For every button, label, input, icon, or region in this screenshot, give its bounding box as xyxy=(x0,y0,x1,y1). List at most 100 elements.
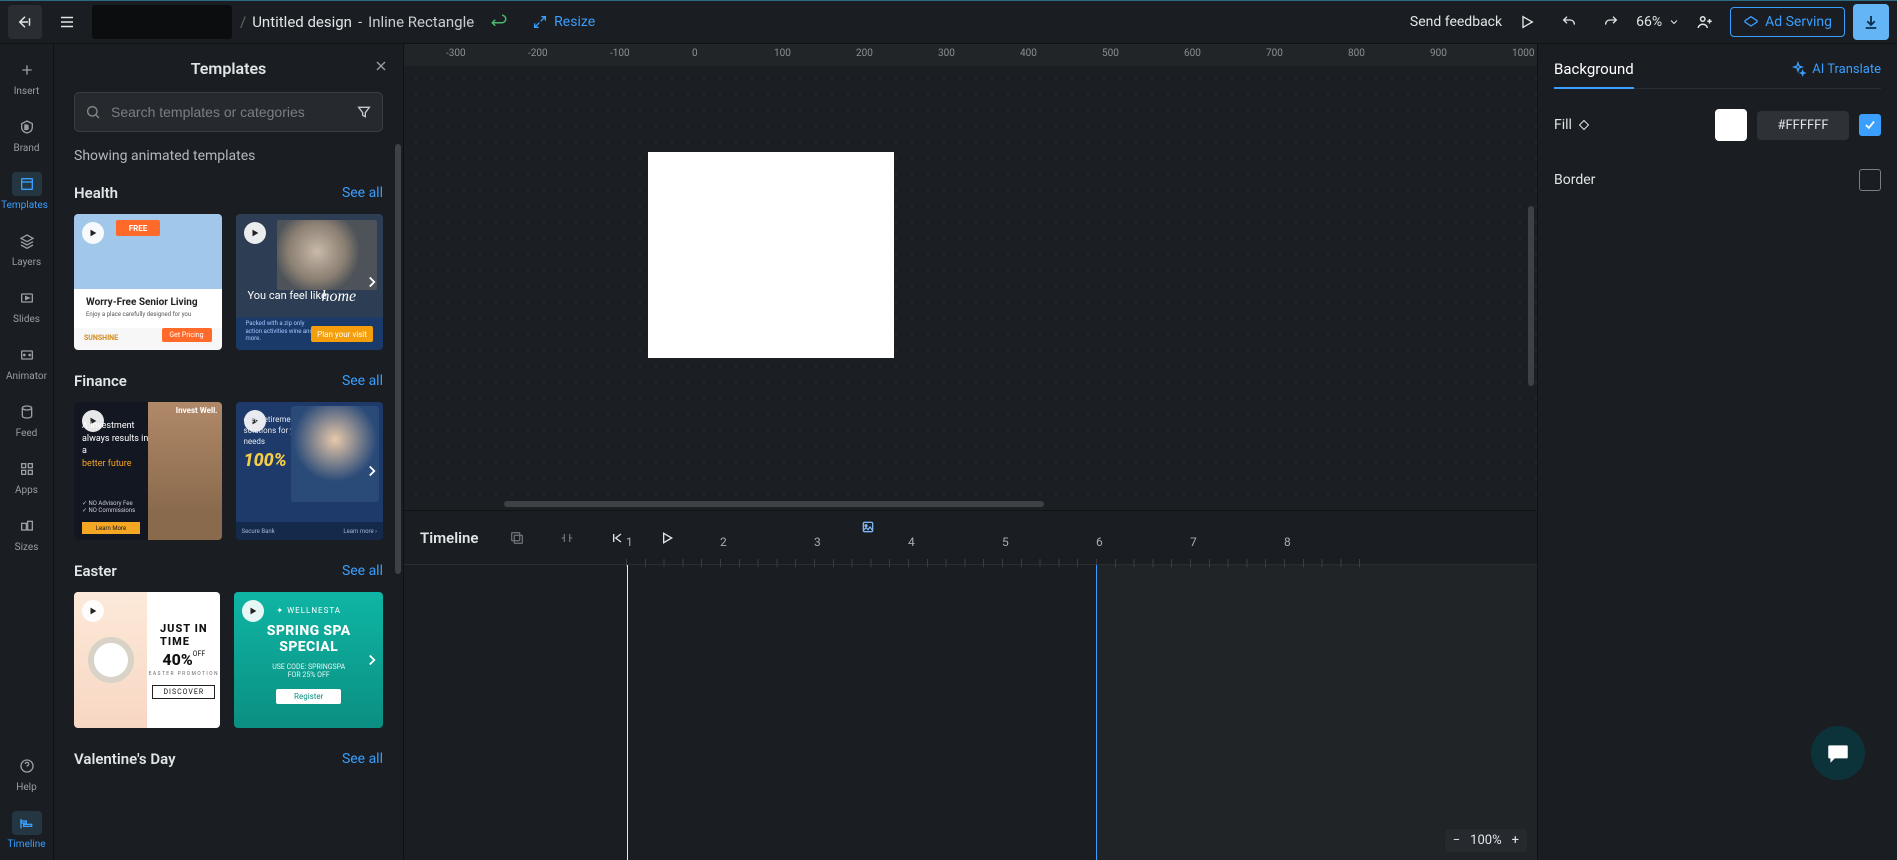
fill-hex-input[interactable]: #FFFFFF xyxy=(1757,111,1849,140)
back-button[interactable] xyxy=(8,5,42,39)
rail-help[interactable]: Help xyxy=(0,748,54,803)
category-finance: Finance See all A investment always resu… xyxy=(74,372,383,540)
rail-feed[interactable]: Feed xyxy=(0,394,54,449)
timeline-tick: 6 xyxy=(1096,535,1190,561)
ruler-tick: 100 xyxy=(774,48,791,59)
search-wrap xyxy=(74,92,383,132)
cat-valentines-seeall[interactable]: See all xyxy=(342,751,383,767)
fill-row: Fill #FFFFFF xyxy=(1554,109,1881,141)
timeline-zoom-in[interactable]: + xyxy=(1512,833,1519,848)
cat-finance-seeall[interactable]: See all xyxy=(342,373,383,389)
card-cta: Get Pricing xyxy=(162,328,212,342)
redo-button[interactable] xyxy=(1594,5,1628,39)
zoom-dropdown[interactable]: 66% xyxy=(1636,14,1680,30)
rail-help-label: Help xyxy=(16,782,36,793)
sync-icon[interactable] xyxy=(482,5,516,39)
artboard[interactable] xyxy=(648,152,894,358)
card-text: You can feel like xyxy=(248,289,327,302)
timeline-keyframe-icon[interactable] xyxy=(860,519,876,535)
resize-button[interactable]: Resize xyxy=(532,14,595,30)
card-cta: Register xyxy=(276,689,341,704)
card-title: Worry-Free Senior Living xyxy=(86,297,198,308)
ai-translate-label: AI Translate xyxy=(1812,62,1881,77)
rail-slides[interactable]: Slides xyxy=(0,280,54,335)
timeline-split-button[interactable] xyxy=(550,521,584,555)
canvas[interactable] xyxy=(404,66,1537,510)
timeline-label: Timeline xyxy=(420,529,478,547)
canvas-h-scrollbar[interactable] xyxy=(504,501,1044,507)
showing-text: Showing animated templates xyxy=(74,148,383,164)
chat-fab[interactable] xyxy=(1811,726,1865,780)
send-feedback-link[interactable]: Send feedback xyxy=(1410,14,1502,30)
undo-button[interactable] xyxy=(1552,5,1586,39)
timeline-tick: 7 xyxy=(1190,535,1284,561)
rail-sizes[interactable]: Sizes xyxy=(0,508,54,563)
tab-background[interactable]: Background xyxy=(1554,60,1634,78)
border-label: Border xyxy=(1554,172,1849,188)
ruler-tick: 600 xyxy=(1184,48,1201,59)
play-icon xyxy=(82,600,104,622)
timeline-header: Timeline 12345678 xyxy=(404,511,1537,565)
border-visible-checkbox[interactable] xyxy=(1859,169,1881,191)
timeline-tick: 2 xyxy=(720,535,814,561)
breadcrumb-sep: - xyxy=(358,13,362,31)
timeline-playhead-line[interactable] xyxy=(627,565,628,860)
cat-health-name: Health xyxy=(74,184,118,202)
download-button[interactable] xyxy=(1853,4,1889,40)
timeline-body[interactable]: − 100% + xyxy=(404,565,1537,860)
template-card[interactable]: JUST IN TIME 40%OFF EASTER PROMOTION DIS… xyxy=(74,592,220,728)
ruler-tick: 900 xyxy=(1430,48,1447,59)
canvas-v-scrollbar[interactable] xyxy=(1528,206,1534,386)
ruler-tick: 1000 xyxy=(1512,48,1534,59)
timeline-zoom: − 100% + xyxy=(1445,829,1527,852)
cat-health-seeall[interactable]: See all xyxy=(342,185,383,201)
card-cta: Learn More xyxy=(82,522,140,534)
rail-timeline[interactable]: Timeline xyxy=(0,805,54,860)
share-button[interactable] xyxy=(1688,5,1722,39)
card-title: SPRING SPA xyxy=(267,623,351,639)
cat-easter-name: Easter xyxy=(74,562,117,580)
category-easter: Easter See all JUST IN TIME 40%OFF EASTE… xyxy=(74,562,383,728)
timeline-shade xyxy=(1096,565,1537,860)
breadcrumb[interactable]: / Untitled design - Inline Rectangle xyxy=(240,13,474,31)
ruler-tick: 400 xyxy=(1020,48,1037,59)
preview-play-button[interactable] xyxy=(1510,5,1544,39)
timeline-tick: 5 xyxy=(1002,535,1096,561)
design-subtitle: Inline Rectangle xyxy=(368,13,474,31)
card-bullets: ✓ NO Advisory Fee ✓ NO Commissions xyxy=(82,500,135,514)
scroll-right-button[interactable] xyxy=(359,647,385,673)
rail-animator[interactable]: Animator xyxy=(0,337,54,392)
category-health: Health See all FREE Worry-Free Senior Li… xyxy=(74,184,383,350)
cat-easter-seeall[interactable]: See all xyxy=(342,563,383,579)
ai-translate-button[interactable]: AI Translate xyxy=(1790,61,1881,77)
rail-templates[interactable]: Templates xyxy=(0,166,54,221)
timeline-tick: 3 xyxy=(814,535,908,561)
timeline-zoom-out[interactable]: − xyxy=(1453,833,1460,848)
timeline-ruler[interactable]: 12345678 xyxy=(626,535,1537,561)
close-panel-button[interactable] xyxy=(373,58,389,74)
template-card[interactable]: FREE Worry-Free Senior Living Enjoy a pl… xyxy=(74,214,222,350)
template-card[interactable]: A investment always results in abetter f… xyxy=(74,402,222,540)
menu-button[interactable] xyxy=(50,5,84,39)
scroll-right-button[interactable] xyxy=(359,269,385,295)
card-sub: USE CODE: SPRINGSPA FOR 25% OFF xyxy=(272,663,345,679)
cat-finance-name: Finance xyxy=(74,372,127,390)
fill-visible-checkbox[interactable] xyxy=(1859,114,1881,136)
horizontal-ruler: -300-200-1000100200300400500600700800900… xyxy=(404,44,1537,66)
card-cta: Plan your visit xyxy=(311,326,373,342)
fill-color-swatch[interactable] xyxy=(1715,109,1747,141)
timeline-marker-line[interactable] xyxy=(1096,565,1097,860)
rail-insert[interactable]: Insert xyxy=(0,52,54,107)
ruler-tick: 700 xyxy=(1266,48,1283,59)
panel-scrollbar[interactable] xyxy=(395,144,401,574)
rail-brand[interactable]: B Brand xyxy=(0,109,54,164)
timeline-copy-button[interactable] xyxy=(500,521,534,555)
filter-icon[interactable] xyxy=(356,104,372,120)
search-input[interactable] xyxy=(111,104,346,120)
card-image xyxy=(291,406,379,502)
ad-serving-button[interactable]: Ad Serving xyxy=(1730,7,1845,37)
card-tag: FREE xyxy=(116,220,160,236)
scroll-right-button[interactable] xyxy=(359,458,385,484)
rail-layers[interactable]: Layers xyxy=(0,223,54,278)
rail-apps[interactable]: Apps xyxy=(0,451,54,506)
